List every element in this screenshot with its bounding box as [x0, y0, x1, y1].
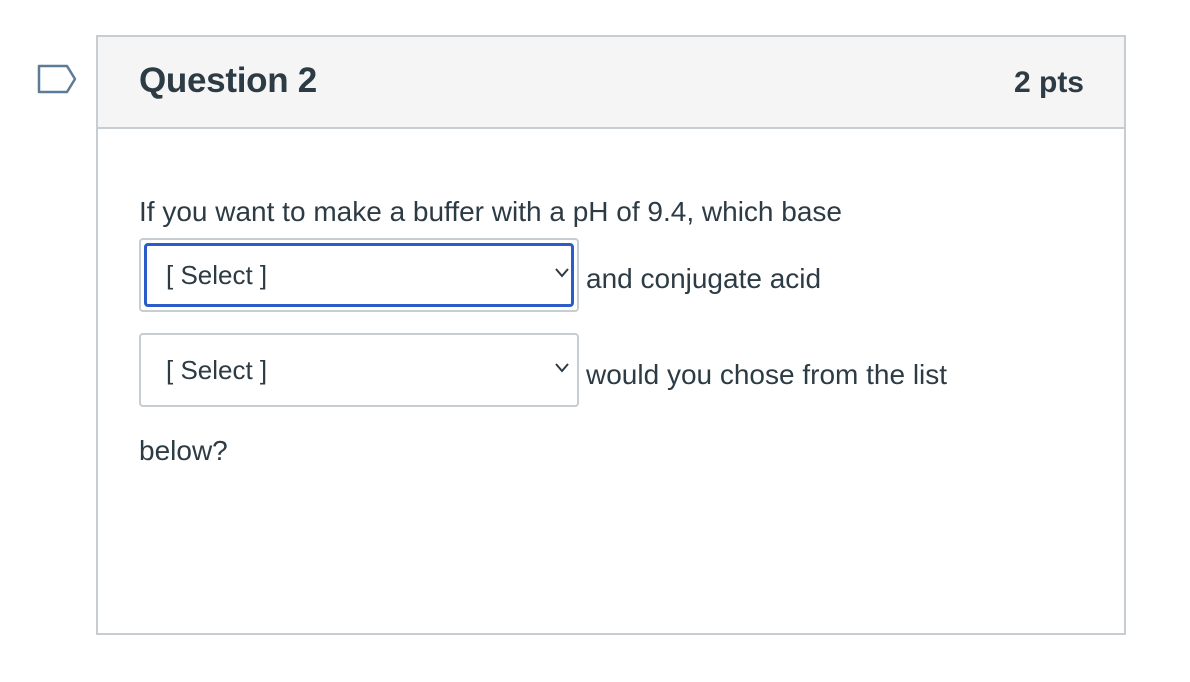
question-title: Question 2	[139, 61, 317, 100]
base-select-value: [ Select ]	[166, 260, 268, 290]
question-header: Question 2 2 pts	[98, 37, 1124, 129]
question-text-intro: If you want to make a buffer with a pH o…	[139, 196, 842, 227]
question-points: 2 pts	[1013, 66, 1084, 99]
question-card: Question 2 2 pts If you want to make a b…	[96, 35, 1126, 635]
chevron-down-icon	[555, 363, 569, 373]
bookmark-flag-icon[interactable]	[37, 64, 77, 94]
base-select[interactable]: [ Select ]	[139, 238, 579, 312]
chevron-down-icon	[555, 268, 569, 278]
question-text-after: would you chose from the list	[586, 359, 948, 390]
conjugate-acid-select[interactable]: [ Select ]	[139, 333, 579, 407]
conjugate-acid-select-value: [ Select ]	[166, 355, 268, 385]
question-text-end: below?	[139, 435, 228, 466]
question-text-middle: and conjugate acid	[586, 263, 822, 294]
